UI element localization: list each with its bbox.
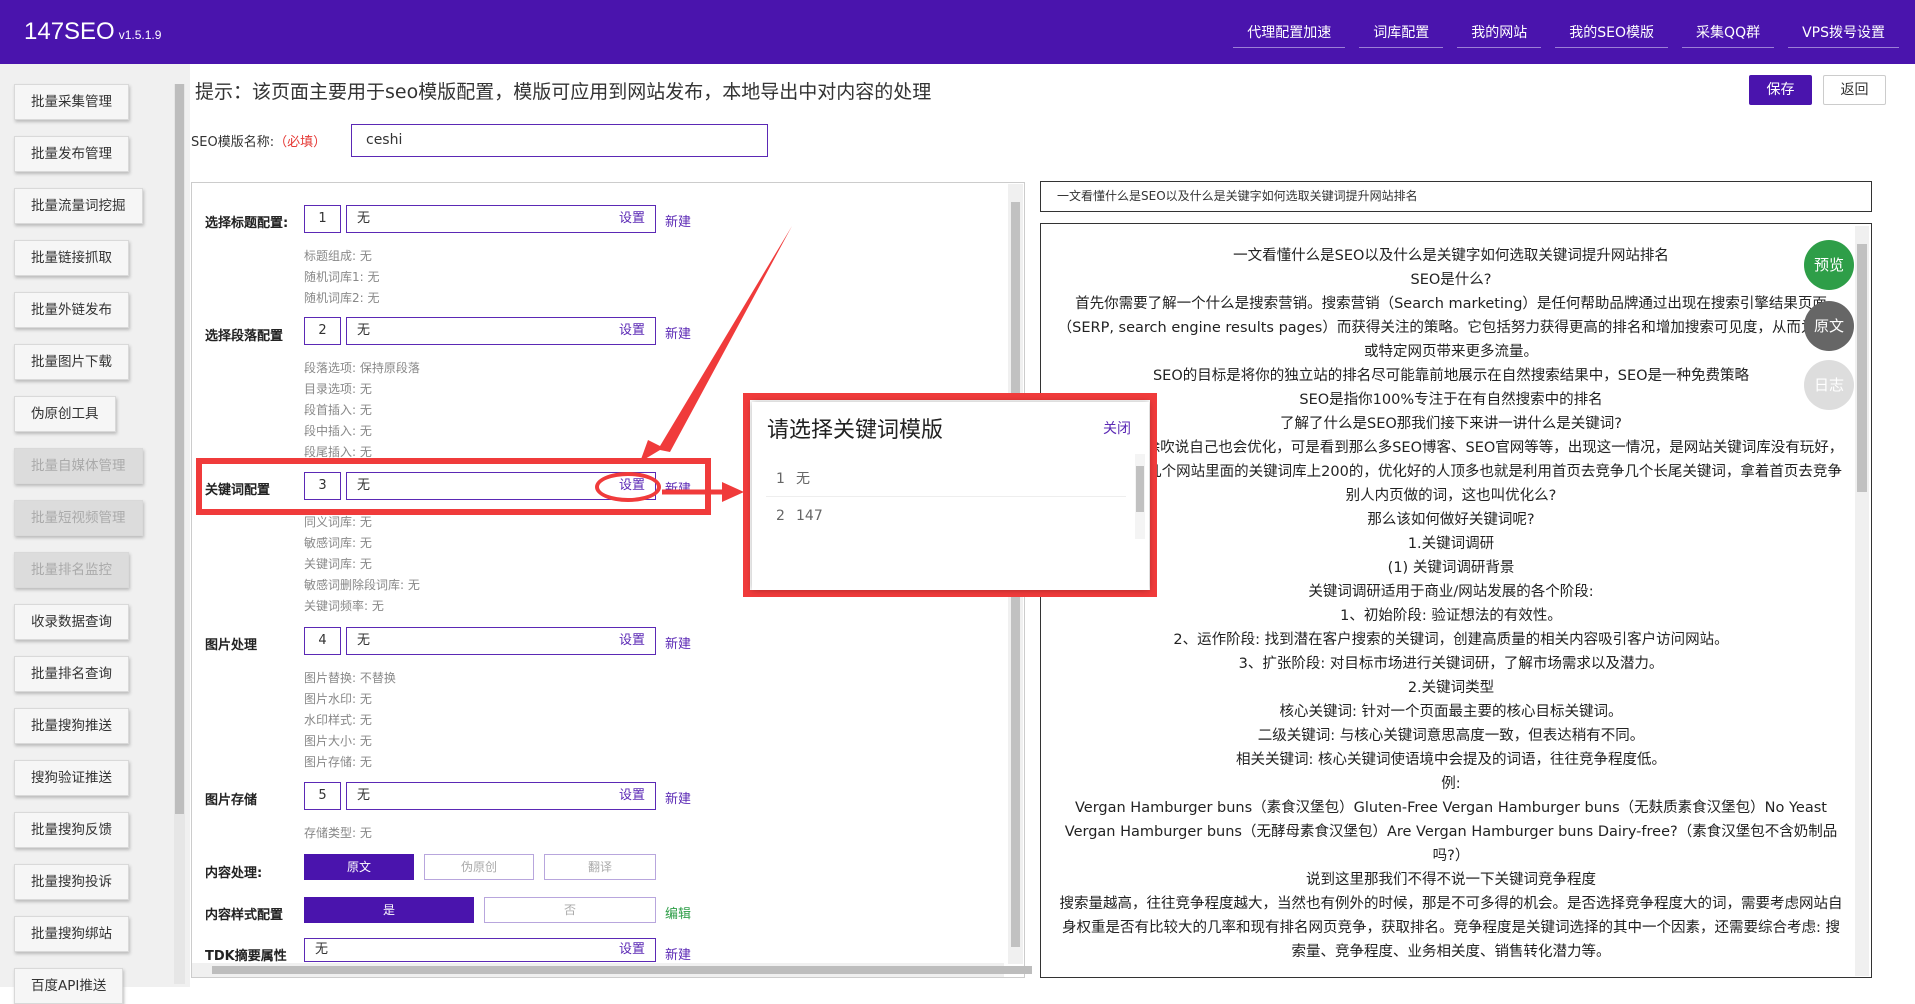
annotation-arrow-right-head bbox=[722, 482, 744, 502]
modal-scrollbar[interactable] bbox=[1135, 454, 1145, 539]
modal-close-button[interactable]: 关闭 bbox=[1103, 418, 1131, 438]
modal-scroll-thumb[interactable] bbox=[1136, 466, 1144, 512]
modal-list-item[interactable]: 2 147 bbox=[766, 498, 1126, 534]
modal-title: 请选择关键词模版 bbox=[767, 418, 944, 443]
modal-list-item[interactable]: 1无 bbox=[766, 461, 1126, 497]
keyword-template-modal: 请选择关键词模版 关闭 1无 2 147 bbox=[752, 402, 1149, 590]
